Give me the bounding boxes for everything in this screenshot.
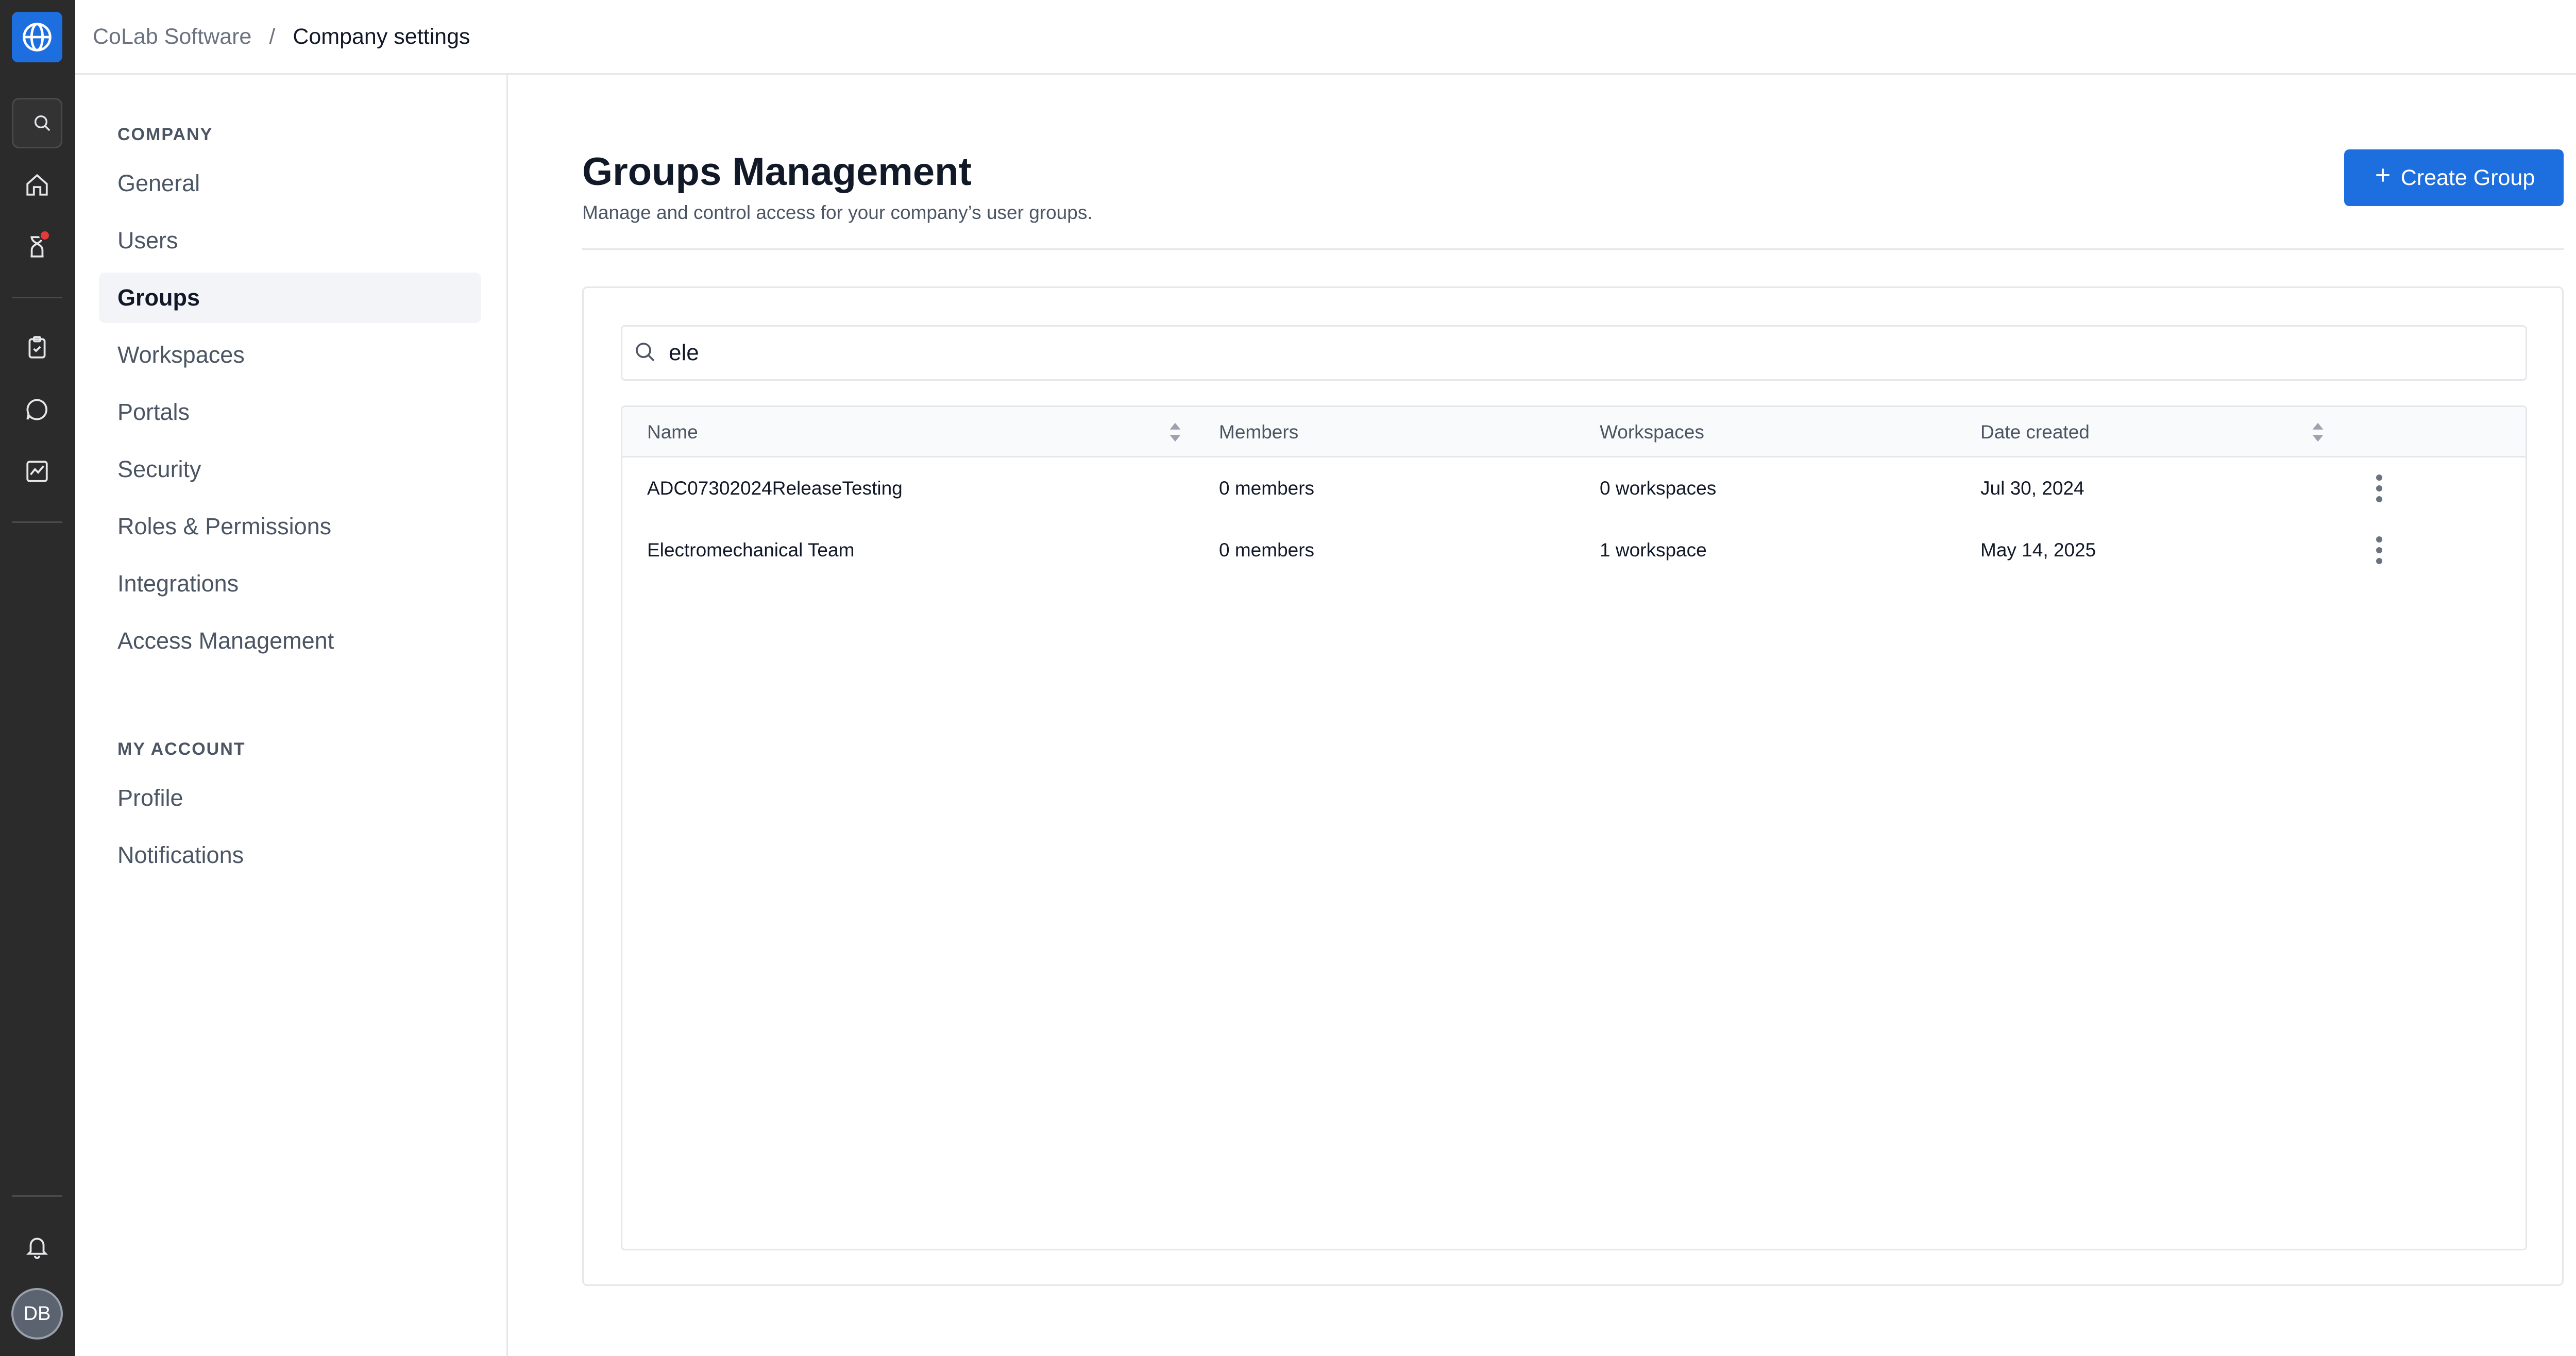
chart-icon[interactable]	[12, 446, 62, 497]
nav-item-profile[interactable]: Profile	[99, 773, 481, 823]
chat-icon[interactable]	[12, 384, 62, 435]
cell-name: ADC07302024ReleaseTesting	[647, 478, 903, 499]
cell-members: 0 members	[1219, 478, 1315, 499]
table-row[interactable]: Electromechanical Team 0 members 1 works…	[622, 519, 2526, 581]
column-header-workspaces: Workspaces	[1600, 421, 1704, 443]
cell-workspaces: 0 workspaces	[1600, 478, 1717, 499]
cell-members: 0 members	[1219, 539, 1315, 561]
globe-icon[interactable]	[12, 12, 62, 62]
nav-item-access-management[interactable]: Access Management	[99, 616, 481, 666]
nav-item-security[interactable]: Security	[99, 444, 481, 495]
nav-item-roles-permissions[interactable]: Roles & Permissions	[99, 501, 481, 552]
breadcrumb-root[interactable]: CoLab Software	[93, 24, 251, 49]
column-header-name[interactable]: Name	[647, 407, 698, 457]
hourglass-icon[interactable]	[12, 222, 62, 272]
rail-divider	[12, 1195, 62, 1197]
rail-divider	[12, 297, 62, 298]
nav-item-notifications[interactable]: Notifications	[99, 830, 481, 880]
clipboard-check-icon[interactable]	[12, 323, 62, 373]
nav-item-workspaces[interactable]: Workspaces	[99, 330, 481, 380]
nav-item-general[interactable]: General	[99, 158, 481, 209]
page-subtitle: Manage and control access for your compa…	[582, 202, 1093, 223]
nav-item-groups[interactable]: Groups	[99, 273, 481, 323]
section-heading-company: COMPANY	[117, 125, 213, 144]
more-options-icon[interactable]	[2371, 535, 2387, 566]
nav-item-users[interactable]: Users	[99, 215, 481, 266]
search-icon	[633, 340, 657, 367]
breadcrumb-current: Company settings	[293, 24, 470, 49]
search-input[interactable]	[669, 340, 2472, 366]
create-group-button[interactable]: Create Group	[2344, 149, 2564, 206]
nav-item-portals[interactable]: Portals	[99, 387, 481, 437]
table-row[interactable]: ADC07302024ReleaseTesting 0 members 0 wo…	[622, 457, 2526, 519]
settings-nav: COMPANY General Users Groups Workspaces …	[75, 75, 508, 1356]
breadcrumb: CoLab Software / Company settings	[75, 0, 2576, 75]
rail-divider	[12, 521, 62, 523]
avatar[interactable]: DB	[11, 1288, 63, 1340]
column-header-members: Members	[1219, 421, 1299, 443]
sort-icon[interactable]	[2311, 421, 2325, 448]
cell-name: Electromechanical Team	[647, 539, 855, 561]
table-header: Name Members Workspaces Date created	[622, 407, 2526, 457]
app-rail: DB	[0, 0, 75, 1356]
sort-icon[interactable]	[1168, 421, 1182, 448]
notification-dot	[39, 230, 50, 241]
groups-card: Name Members Workspaces Date created ADC…	[582, 286, 2564, 1286]
page-title: Groups Management	[582, 150, 972, 194]
groups-table: Name Members Workspaces Date created ADC…	[621, 405, 2527, 1250]
plus-icon	[2373, 165, 2393, 191]
search-icon[interactable]	[12, 98, 62, 148]
section-heading-my-account: MY ACCOUNT	[117, 739, 246, 759]
nav-item-integrations[interactable]: Integrations	[99, 558, 481, 609]
more-options-icon[interactable]	[2371, 473, 2387, 504]
cell-date-created: Jul 30, 2024	[1980, 478, 2084, 499]
breadcrumb-separator: /	[269, 24, 276, 49]
header-divider	[582, 248, 2564, 250]
cell-workspaces: 1 workspace	[1600, 539, 1707, 561]
bell-icon[interactable]	[12, 1221, 62, 1272]
home-icon[interactable]	[12, 160, 62, 210]
cell-date-created: May 14, 2025	[1980, 539, 2096, 561]
create-group-label: Create Group	[2400, 165, 2535, 190]
column-header-date-created[interactable]: Date created	[1980, 407, 2090, 457]
search-box[interactable]	[621, 325, 2527, 381]
